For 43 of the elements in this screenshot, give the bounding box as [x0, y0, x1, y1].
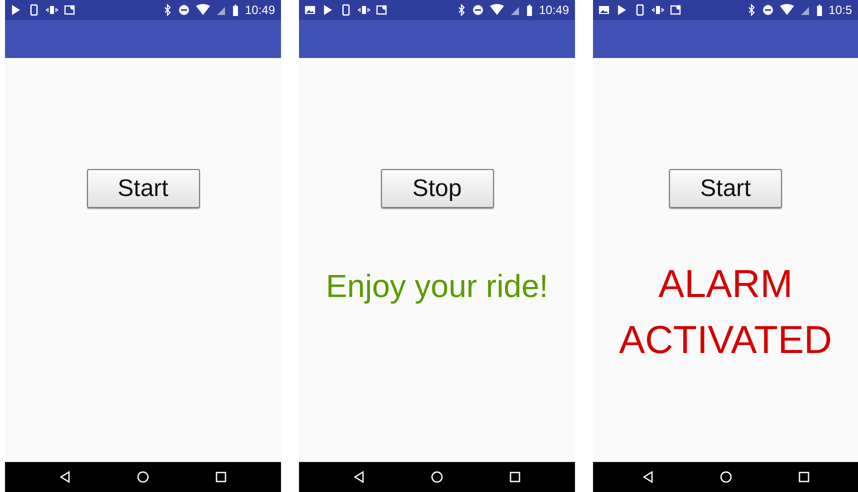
phone-icon	[340, 4, 352, 16]
home-icon[interactable]	[137, 471, 149, 483]
recents-icon[interactable]	[509, 471, 521, 483]
status-message: ALARM ACTIVATED	[618, 262, 834, 364]
phone-icon	[634, 4, 646, 16]
wifi-icon	[196, 4, 210, 16]
photo-icon	[376, 4, 388, 16]
back-icon[interactable]	[59, 471, 71, 483]
clock: 10:49	[538, 3, 569, 17]
home-icon[interactable]	[431, 471, 443, 483]
wifi-icon	[490, 4, 504, 16]
bluetooth-icon	[748, 4, 756, 16]
do-not-disturb-icon	[178, 4, 190, 16]
back-icon[interactable]	[353, 471, 365, 483]
vibrate-icon	[358, 4, 370, 16]
photo-icon	[670, 4, 682, 16]
clock: 10:49	[244, 3, 275, 17]
home-icon[interactable]	[720, 471, 732, 483]
do-not-disturb-icon	[762, 4, 774, 16]
do-not-disturb-icon	[472, 4, 484, 16]
play-icon	[322, 4, 334, 16]
vibrate-icon	[46, 4, 58, 16]
bluetooth-icon	[164, 4, 172, 16]
battery-icon	[526, 4, 533, 16]
bluetooth-icon	[458, 4, 466, 16]
play-icon	[616, 4, 628, 16]
phone-icon	[28, 4, 40, 16]
status-message: Enjoy your ride!	[326, 268, 548, 305]
recents-icon[interactable]	[798, 471, 810, 483]
back-icon[interactable]	[642, 471, 654, 483]
toggle-button[interactable]: Start	[86, 169, 200, 208]
photo-icon	[64, 4, 76, 16]
image-icon	[304, 4, 316, 16]
battery-icon	[232, 4, 239, 16]
toggle-button[interactable]: Start	[669, 169, 782, 208]
wifi-icon	[780, 4, 794, 16]
image-icon	[598, 4, 610, 16]
toggle-button[interactable]: Stop	[380, 169, 494, 208]
clock: 10:5	[828, 3, 852, 17]
battery-icon	[816, 4, 823, 16]
vibrate-icon	[652, 4, 664, 16]
recents-icon[interactable]	[215, 471, 227, 483]
play-icon	[10, 4, 22, 16]
